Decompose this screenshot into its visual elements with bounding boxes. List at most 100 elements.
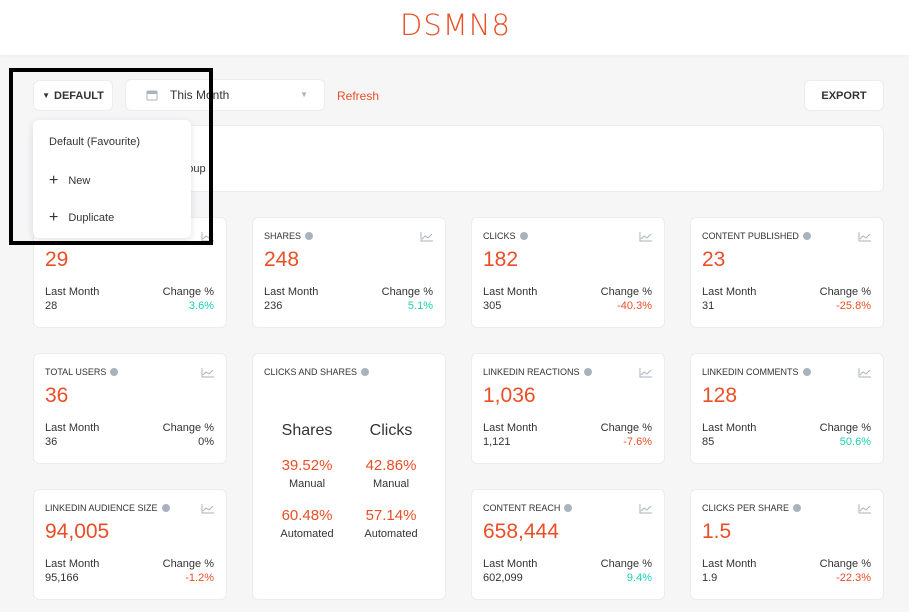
- metric-card: CLICKS PER SHARE 1.5 Last Month 1.9 Chang…: [690, 489, 884, 600]
- top-header: DSMN8: [0, 0, 909, 55]
- card-title: LINKEDIN AUDIENCE SIZE: [45, 503, 158, 513]
- refresh-link[interactable]: Refresh: [337, 89, 379, 103]
- card-title: CLICKS AND SHARES: [264, 367, 358, 377]
- trend-chart-icon[interactable]: [201, 504, 214, 514]
- info-icon[interactable]: [564, 504, 573, 512]
- last-month-value: 1.9: [702, 572, 718, 584]
- last-month-value: 36: [45, 436, 58, 448]
- change-value: -25.8%: [836, 300, 871, 312]
- card-title: LINKEDIN REACTIONS: [483, 367, 580, 377]
- change-label: Change %: [600, 286, 652, 298]
- trend-chart-icon[interactable]: [201, 368, 214, 378]
- metric-value: 23: [702, 248, 726, 271]
- change-value: -7.6%: [623, 436, 652, 448]
- column-heading: Clicks: [369, 422, 413, 439]
- change-label: Change %: [819, 558, 871, 570]
- last-month-value: 28: [45, 300, 58, 312]
- metric-card: TOTAL USERS 36 Last Month 36 Change % 0%: [33, 353, 227, 464]
- metric-card: LINKEDIN AUDIENCE SIZE 94,005 Last Month…: [33, 489, 227, 600]
- card-title: TOTAL USERS: [45, 367, 107, 377]
- last-month-label: Last Month: [483, 558, 538, 570]
- trend-chart-icon[interactable]: [639, 504, 652, 514]
- metric-card: CLICKS 182 Last Month 305 Change % -40.3%: [471, 217, 665, 328]
- metric-value: 36: [45, 384, 69, 407]
- trend-chart-icon[interactable]: [858, 368, 871, 378]
- last-month-value: 31: [702, 300, 715, 312]
- change-label: Change %: [162, 422, 214, 434]
- change-label: Change %: [162, 286, 214, 298]
- last-month-label: Last Month: [45, 422, 100, 434]
- info-icon[interactable]: [161, 504, 170, 512]
- change-label: Change %: [819, 286, 871, 298]
- manual-label: Manual: [372, 478, 410, 490]
- info-icon[interactable]: [802, 232, 811, 240]
- change-label: Change %: [600, 422, 652, 434]
- trend-chart-icon[interactable]: [858, 232, 871, 242]
- last-month-label: Last Month: [702, 558, 757, 570]
- manual-percent: 42.86%: [365, 457, 417, 474]
- trend-chart-icon[interactable]: [639, 232, 652, 242]
- change-value: 9.4%: [626, 572, 652, 584]
- automated-percent: 57.14%: [365, 507, 417, 524]
- chevron-down-icon: ▼: [300, 90, 308, 99]
- metric-value: 128: [702, 384, 738, 407]
- automated-label: Automated: [364, 528, 418, 540]
- last-month-value: 236: [264, 300, 283, 312]
- last-month-label: Last Month: [45, 286, 100, 298]
- last-month-label: Last Month: [702, 286, 757, 298]
- info-icon[interactable]: [802, 368, 811, 376]
- last-month-label: Last Month: [483, 422, 538, 434]
- metric-value: 658,444: [483, 520, 559, 543]
- last-month-value: 95,166: [45, 572, 79, 584]
- change-value: 0%: [198, 436, 214, 448]
- column-heading: Shares: [281, 422, 333, 439]
- change-label: Change %: [600, 558, 652, 570]
- info-icon[interactable]: [583, 368, 592, 376]
- info-icon[interactable]: [110, 368, 119, 376]
- clicks-column: Clicks 42.86% Manual 57.14% Automated: [346, 422, 436, 540]
- metric-value: 248: [264, 248, 300, 271]
- automated-percent: 60.48%: [281, 507, 333, 524]
- card-title: CONTENT REACH: [483, 503, 561, 513]
- last-month-value: 85: [702, 436, 715, 448]
- last-month-value: 305: [483, 300, 502, 312]
- metric-card: SHARES 248 Last Month 236 Change % 5.1%: [252, 217, 446, 328]
- info-icon[interactable]: [305, 232, 314, 240]
- last-month-value: 1,121: [483, 436, 511, 448]
- shares-column: Shares 39.52% Manual 60.48% Automated: [262, 422, 352, 540]
- change-value: -22.3%: [836, 572, 871, 584]
- change-label: Change %: [162, 558, 214, 570]
- info-icon[interactable]: [361, 368, 370, 376]
- automated-label: Automated: [280, 528, 334, 540]
- metric-value: 182: [483, 248, 519, 271]
- change-value: 5.1%: [407, 300, 433, 312]
- metric-value: 1.5: [702, 520, 732, 543]
- metric-value: 29: [45, 248, 69, 271]
- trend-chart-icon[interactable]: [639, 368, 652, 378]
- metric-card: CONTENT REACH 658,444 Last Month 602,099 …: [471, 489, 665, 600]
- change-label: Change %: [381, 286, 433, 298]
- manual-label: Manual: [288, 478, 326, 490]
- info-icon[interactable]: [793, 504, 802, 512]
- last-month-label: Last Month: [264, 286, 319, 298]
- trend-chart-icon[interactable]: [420, 232, 433, 242]
- last-month-label: Last Month: [702, 422, 757, 434]
- card-title: SHARES: [264, 231, 302, 241]
- metric-card: LINKEDIN COMMENTS 128 Last Month 85 Chang…: [690, 353, 884, 464]
- card-title: CLICKS PER SHARE: [702, 503, 790, 513]
- export-button[interactable]: EXPORT: [804, 80, 884, 111]
- last-month-value: 602,099: [483, 572, 523, 584]
- last-month-label: Last Month: [483, 286, 538, 298]
- metric-card: LINKEDIN REACTIONS 1,036 Last Month 1,121…: [471, 353, 665, 464]
- change-value: -40.3%: [617, 300, 652, 312]
- metric-card: CONTENT PUBLISHED 23 Last Month 31 Change…: [690, 217, 884, 328]
- highlight-box: [9, 68, 213, 245]
- clicks-and-shares-card: CLICKS AND SHARES Shares 39.52% Manual 6…: [252, 353, 446, 600]
- manual-percent: 39.52%: [281, 457, 333, 474]
- change-value: 50.6%: [839, 436, 871, 448]
- change-label: Change %: [819, 422, 871, 434]
- change-value: 3.6%: [188, 300, 214, 312]
- card-title: LINKEDIN COMMENTS: [702, 367, 799, 377]
- info-icon[interactable]: [519, 232, 528, 240]
- trend-chart-icon[interactable]: [858, 504, 871, 514]
